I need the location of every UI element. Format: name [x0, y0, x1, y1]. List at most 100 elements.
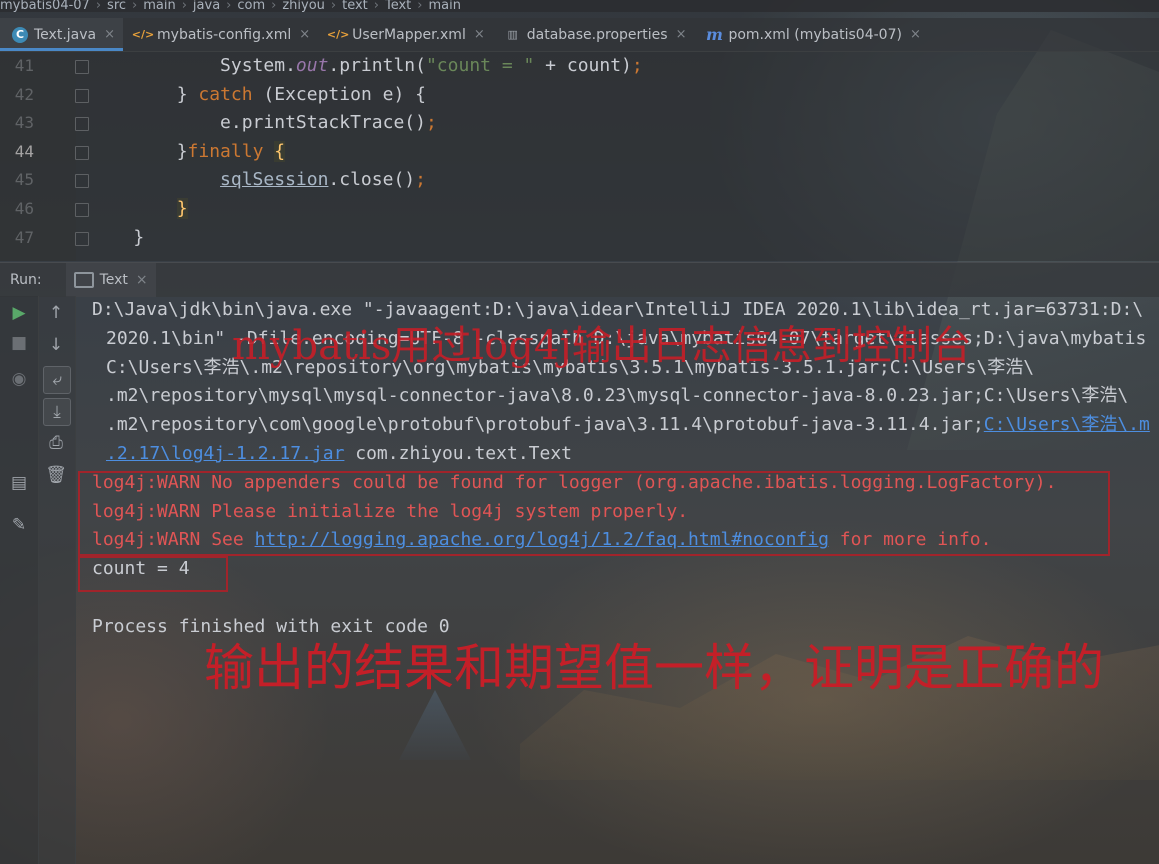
editor-tab-label: Text.java — [34, 26, 97, 43]
run-config-icon — [73, 272, 94, 288]
classpath-link[interactable]: C:\Users\李浩\.m — [984, 414, 1150, 435]
line-number: 41 — [14, 56, 34, 75]
camera-icon[interactable]: ◉ — [6, 366, 32, 392]
properties-file-icon: ▥ — [507, 28, 518, 41]
classpath-link[interactable]: .2.17\log4j-1.2.17.jar — [106, 443, 344, 464]
breadcrumb-separator: › — [271, 0, 277, 12]
code-line: 42 } catch (Exception e) { — [0, 81, 1159, 110]
down-arrow-icon[interactable]: ↓ — [43, 332, 69, 358]
code-line: 43 e.printStackTrace(); — [0, 109, 1159, 138]
fold-marker-icon[interactable] — [75, 203, 89, 217]
code-text: e.printStackTrace(); — [220, 112, 437, 134]
editor-tab-label: mybatis-config.xml — [157, 26, 292, 43]
code-text: } — [176, 198, 188, 219]
console-output[interactable]: D:\Java\jdk\bin\java.exe "-javaagent:D:\… — [76, 296, 1159, 864]
breadcrumb-separator: › — [330, 0, 337, 12]
run-tab-label: Text — [99, 272, 128, 288]
run-label: Run: — [10, 272, 42, 288]
console-line: .2.17\log4j-1.2.17.jar com.zhiyou.text.T… — [106, 440, 572, 469]
code-text: System.out.println("count = " + count); — [220, 55, 643, 76]
code-line: 44 }finally { — [0, 138, 1159, 167]
count-highlight-box — [78, 556, 228, 592]
editor-tab[interactable]: ▥ database.properties × — [493, 18, 695, 51]
code-line: 47 } — [0, 224, 1159, 253]
code-line: 45 sqlSession.close(); — [0, 166, 1159, 195]
trash-icon[interactable]: 🗑 — [43, 462, 69, 488]
soft-wrap-icon[interactable]: ⤶ — [43, 366, 71, 394]
fold-marker-icon[interactable] — [75, 60, 89, 74]
breadcrumb-item[interactable]: com — [237, 0, 265, 12]
editor-tab-label: database.properties — [526, 26, 668, 43]
code-line: 46 } — [0, 195, 1159, 224]
console-text: .m2\repository\com\google\protobuf\proto… — [106, 414, 984, 436]
line-number: 46 — [14, 199, 34, 218]
stop-icon[interactable]: ■ — [6, 330, 32, 356]
annotation-top: mybatis用过log4j输出日志信息到控制台 — [232, 323, 972, 369]
breadcrumb-separator: › — [181, 0, 187, 12]
breadcrumb-separator: › — [417, 0, 423, 12]
run-left-toolbar: ▶ ■ ◉ ▤ ✎ — [0, 296, 39, 864]
print-icon[interactable]: ⎙ — [43, 430, 69, 456]
run-right-toolbar: ↑ ↓ ⤶ ⤓ ⎙ 🗑 — [39, 296, 76, 864]
breadcrumb-item[interactable]: src — [107, 0, 126, 12]
rerun-icon[interactable]: ▶ — [6, 300, 32, 326]
code-text: } — [133, 226, 145, 248]
layout-icon[interactable]: ▤ — [6, 470, 32, 496]
line-number: 45 — [14, 170, 34, 190]
line-number: 47 — [14, 227, 34, 247]
console-text: com.zhiyou.text.Text — [344, 443, 572, 464]
breadcrumb-separator: › — [226, 0, 232, 12]
line-number: 42 — [14, 84, 34, 104]
java-class-icon: C — [12, 26, 28, 43]
breadcrumb-separator: › — [132, 0, 138, 12]
breadcrumb-separator: › — [95, 0, 102, 12]
line-number: 43 — [14, 113, 34, 133]
editor-tab[interactable]: C Text.java × — [0, 18, 124, 51]
console-line: .m2\repository\com\google\protobuf\proto… — [106, 411, 1150, 440]
warn-highlight-box — [78, 471, 1110, 556]
editor-tab-label: pom.xml (mybatis04-07) — [728, 26, 902, 43]
breadcrumb: mybatis04-07 › src › main › java › com › zhiyou › te… — [0, 0, 1159, 12]
close-icon[interactable]: × — [474, 27, 485, 42]
console-line: D:\Java\jdk\bin\java.exe "-javaagent:D:\… — [92, 299, 1144, 320]
pin-icon[interactable]: ✎ — [6, 512, 32, 538]
maven-icon: m — [706, 25, 723, 44]
breadcrumb-item[interactable]: text — [342, 0, 368, 12]
close-icon[interactable]: × — [676, 27, 687, 42]
annotation-bottom: 输出的结果和期望值一样，证明是正确的 — [204, 639, 1104, 697]
breadcrumb-item[interactable]: java — [193, 0, 220, 12]
breadcrumb-item[interactable]: main — [428, 0, 460, 12]
close-icon[interactable]: × — [299, 27, 310, 42]
editor-tabs: C Text.java × </> mybatis-config.xml × </> User… — [0, 18, 1159, 52]
close-icon[interactable]: × — [136, 272, 148, 288]
code-text: }finally { — [176, 140, 286, 162]
fold-marker-icon[interactable] — [75, 231, 89, 246]
run-panel-header: Run: Text × — [0, 262, 1159, 297]
editor-tab-label: UserMapper.xml — [352, 26, 466, 43]
editor-tab[interactable]: </> UserMapper.xml × — [318, 18, 493, 51]
code-line: 41 System.out.println("count = " + count… — [0, 52, 1159, 81]
breadcrumb-item[interactable]: main — [143, 0, 175, 12]
breadcrumb-item[interactable]: Text — [385, 0, 411, 12]
fold-marker-icon[interactable] — [75, 88, 89, 103]
breadcrumb-separator: › — [373, 0, 379, 12]
run-tab-text[interactable]: Text × — [65, 263, 156, 297]
editor-tab[interactable]: m pom.xml (mybatis04-07) × — [694, 18, 928, 51]
xml-file-icon: </> — [326, 28, 350, 41]
close-icon[interactable]: × — [910, 27, 921, 42]
fold-marker-icon[interactable] — [75, 117, 89, 132]
breadcrumb-item[interactable]: zhiyou — [282, 0, 325, 12]
scroll-to-end-icon[interactable]: ⤓ — [43, 398, 71, 426]
close-icon[interactable]: × — [104, 27, 115, 42]
fold-marker-icon[interactable] — [75, 174, 89, 189]
xml-file-icon: </> — [131, 28, 155, 41]
breadcrumb-item[interactable]: mybatis04-07 — [0, 0, 90, 12]
up-arrow-icon[interactable]: ↑ — [43, 300, 69, 326]
code-text: } catch (Exception e) { — [176, 83, 426, 105]
editor-tab[interactable]: </> mybatis-config.xml × — [123, 18, 318, 51]
fold-marker-icon[interactable] — [75, 145, 89, 160]
console-line: .m2\repository\mysql\mysql-connector-jav… — [106, 385, 1129, 407]
code-editor[interactable]: 41 System.out.println("count = " + count… — [0, 52, 1159, 261]
code-text: sqlSession.close(); — [220, 169, 426, 191]
line-number: 44 — [14, 141, 34, 161]
